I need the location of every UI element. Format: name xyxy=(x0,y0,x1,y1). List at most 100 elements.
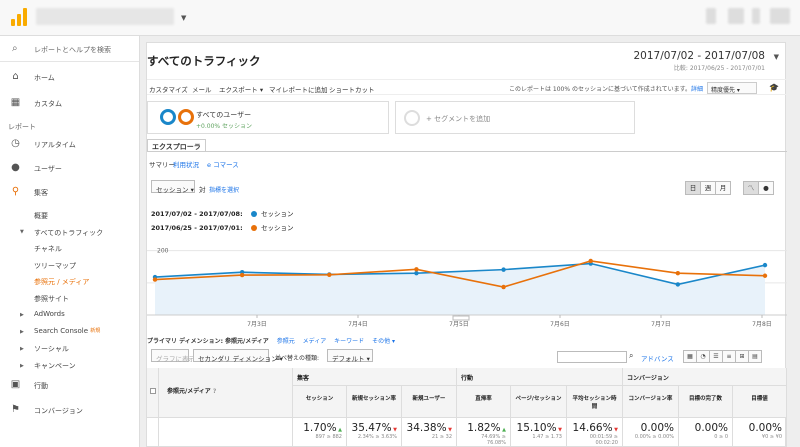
column-header[interactable]: セッション xyxy=(293,386,347,418)
select-metric-link[interactable]: 指標を選択 xyxy=(209,185,239,194)
column-header[interactable]: 新規ユーザー xyxy=(402,386,457,418)
column-header[interactable]: 新規セッション率 xyxy=(347,386,402,418)
table-view-icon[interactable]: ▦ xyxy=(683,350,697,363)
primary-dimension-value: 参照元/メディア xyxy=(225,338,269,345)
sidebar-item-conversion[interactable]: ⚑ コンバージョン xyxy=(0,400,139,420)
sidebar-item-behavior[interactable]: ▣ 行動 xyxy=(0,375,139,395)
column-header[interactable]: ページ/セッション xyxy=(511,386,567,418)
total-value: 0.00% xyxy=(683,422,728,434)
pivot-view-icon[interactable]: ▤ xyxy=(748,350,762,363)
sidebar-search[interactable]: ⌕ レポートとヘルプを検索 xyxy=(0,36,139,62)
add-to-my-report-button[interactable]: マイレポートに追加 xyxy=(269,84,328,94)
precision-select[interactable]: 精度優先 ▾ xyxy=(707,82,757,94)
x-tick-label: 7月4日 xyxy=(348,321,368,328)
sidebar-item-custom[interactable]: ▦ カスタム xyxy=(0,93,139,113)
select-all-checkbox[interactable] xyxy=(150,388,156,394)
new-badge: 新規 xyxy=(90,328,101,334)
apps-icon[interactable] xyxy=(728,8,744,24)
top-bar: ▼ xyxy=(0,0,800,36)
data-point-previous xyxy=(327,272,332,277)
sidebar-item-search-console[interactable]: Search Console 新規 xyxy=(34,327,100,335)
details-link[interactable]: 詳細 xyxy=(691,84,703,93)
sidebar-item-overview[interactable]: 概要 xyxy=(34,211,48,221)
help-icon[interactable]: ? xyxy=(213,388,216,395)
month-button[interactable]: 月 xyxy=(715,181,731,195)
email-button[interactable]: メール xyxy=(192,84,212,94)
segment-all-users[interactable]: すべてのユーザー +0.00% セッション xyxy=(147,101,389,134)
dim-option-other[interactable]: その他 ▾ xyxy=(372,338,395,345)
graduation-cap-icon[interactable]: 🎓 xyxy=(769,83,779,92)
dim-option-keyword[interactable]: キーワード xyxy=(334,338,364,345)
sidebar-item-home[interactable]: ⌂ ホーム xyxy=(0,67,139,87)
dim-column-header[interactable]: 参照元/メディア ? xyxy=(159,368,293,418)
search-icon[interactable]: ⌕ xyxy=(629,351,633,361)
avatar[interactable] xyxy=(770,8,790,24)
pie-view-icon[interactable]: ◔ xyxy=(696,350,710,363)
sidebar-item-social[interactable]: ソーシャル xyxy=(34,344,69,354)
expand-down-icon[interactable]: ▼ xyxy=(20,229,24,235)
term-cloud-icon[interactable]: ⊞ xyxy=(735,350,749,363)
shortcut-button[interactable]: ショートカット xyxy=(329,84,375,94)
search-icon: ⌕ xyxy=(12,43,18,54)
search-input[interactable]: レポートとヘルプを検索 xyxy=(34,45,111,55)
vs-label: 対 xyxy=(199,186,206,194)
date-range-picker[interactable]: 2017/07/02 - 2017/07/08 xyxy=(633,50,765,62)
expand-right-icon[interactable]: ▶ xyxy=(20,346,24,352)
export-button[interactable]: エクスポート ▾ xyxy=(219,84,263,94)
line-chart-icon[interactable]: 〽 xyxy=(743,181,759,195)
customize-button[interactable]: カスタマイズ xyxy=(149,84,188,94)
total-value: 14.66% ▼ xyxy=(571,422,618,434)
total-cell: 35.47% ▼ 2.34% ≥ 3.63% xyxy=(347,418,402,447)
subtab-usage[interactable]: 利用状況 xyxy=(173,159,199,169)
add-segment-button[interactable]: + セグメントを追加 xyxy=(395,101,635,134)
chart-resize-handle xyxy=(452,315,470,321)
sidebar-item-campaign[interactable]: キャンペーン xyxy=(34,361,76,371)
column-header[interactable]: 目標の完了数 xyxy=(679,386,733,418)
arrow-down-icon: ▼ xyxy=(391,427,397,433)
dim-option-medium[interactable]: メディア xyxy=(303,338,327,345)
comparison-values: 897 ≥ 882 xyxy=(315,434,342,440)
sidebar-item-all-traffic[interactable]: すべてのトラフィック xyxy=(34,228,103,238)
comparison-view-icon[interactable]: ≡ xyxy=(722,350,736,363)
metric-select[interactable]: セッション ▾ xyxy=(151,180,195,194)
percent-change: 0.00% xyxy=(748,422,782,434)
subtab-ecommerce[interactable]: e コマース xyxy=(207,159,239,169)
week-button[interactable]: 週 xyxy=(700,181,716,195)
chevron-down-icon[interactable]: ▼ xyxy=(181,14,186,22)
sidebar-item-treemap[interactable]: ツリーマップ xyxy=(34,261,76,271)
menu-icon[interactable] xyxy=(752,8,760,24)
notification-icon[interactable] xyxy=(706,8,716,24)
column-header[interactable]: 目標値 xyxy=(733,386,787,418)
sort-type-select[interactable]: デフォルト ▾ xyxy=(327,349,373,363)
sidebar-item-adwords[interactable]: AdWords xyxy=(34,310,65,318)
granularity-buttons: 日 週 月 xyxy=(685,181,731,195)
analytics-logo-icon[interactable] xyxy=(11,8,29,26)
day-button[interactable]: 日 xyxy=(685,181,701,195)
secondary-dimension-select[interactable]: セカンダリ ディメンション ▾ xyxy=(193,349,283,363)
advanced-link[interactable]: アドバンス xyxy=(641,353,674,363)
performance-view-icon[interactable]: ☰ xyxy=(709,350,723,363)
select-all-checkbox-cell xyxy=(147,368,159,418)
total-cell: 0.00% 0 ≥ 0 xyxy=(679,418,733,447)
sidebar-item-user[interactable]: ● ユーザー xyxy=(0,158,139,178)
table-search-input[interactable] xyxy=(557,351,627,363)
sidebar-item-channel[interactable]: チャネル xyxy=(34,244,62,254)
sidebar-item-source-medium[interactable]: 参照元 / メディア xyxy=(34,277,89,287)
sessions-line-chart[interactable]: 1002007月3日7月4日7月5日7月6日7月7日7月8日 xyxy=(147,233,787,329)
expand-right-icon[interactable]: ▶ xyxy=(20,363,24,369)
column-header[interactable]: 直帰率 xyxy=(457,386,511,418)
expand-right-icon[interactable]: ▶ xyxy=(20,312,24,318)
account-selector[interactable] xyxy=(36,8,174,25)
column-header[interactable]: コンバージョン率 xyxy=(623,386,679,418)
expand-right-icon[interactable]: ▶ xyxy=(20,329,24,335)
sidebar-item-referrals[interactable]: 参照サイト xyxy=(34,294,69,304)
plot-rows-button[interactable]: グラフに表示 xyxy=(151,349,195,363)
subtab-summary[interactable]: サマリー xyxy=(149,159,175,169)
x-tick-label: 7月5日 xyxy=(449,321,469,328)
dim-option-source[interactable]: 参照元 xyxy=(277,338,295,345)
sidebar-item-acquisition[interactable]: ⚲ 集客 xyxy=(0,182,139,202)
sidebar-item-realtime[interactable]: ◷ リアルタイム xyxy=(0,134,139,154)
motion-chart-icon[interactable]: ● xyxy=(758,181,774,195)
column-header[interactable]: 平均セッション時間 xyxy=(567,386,623,418)
chevron-down-icon[interactable]: ▼ xyxy=(774,53,779,61)
